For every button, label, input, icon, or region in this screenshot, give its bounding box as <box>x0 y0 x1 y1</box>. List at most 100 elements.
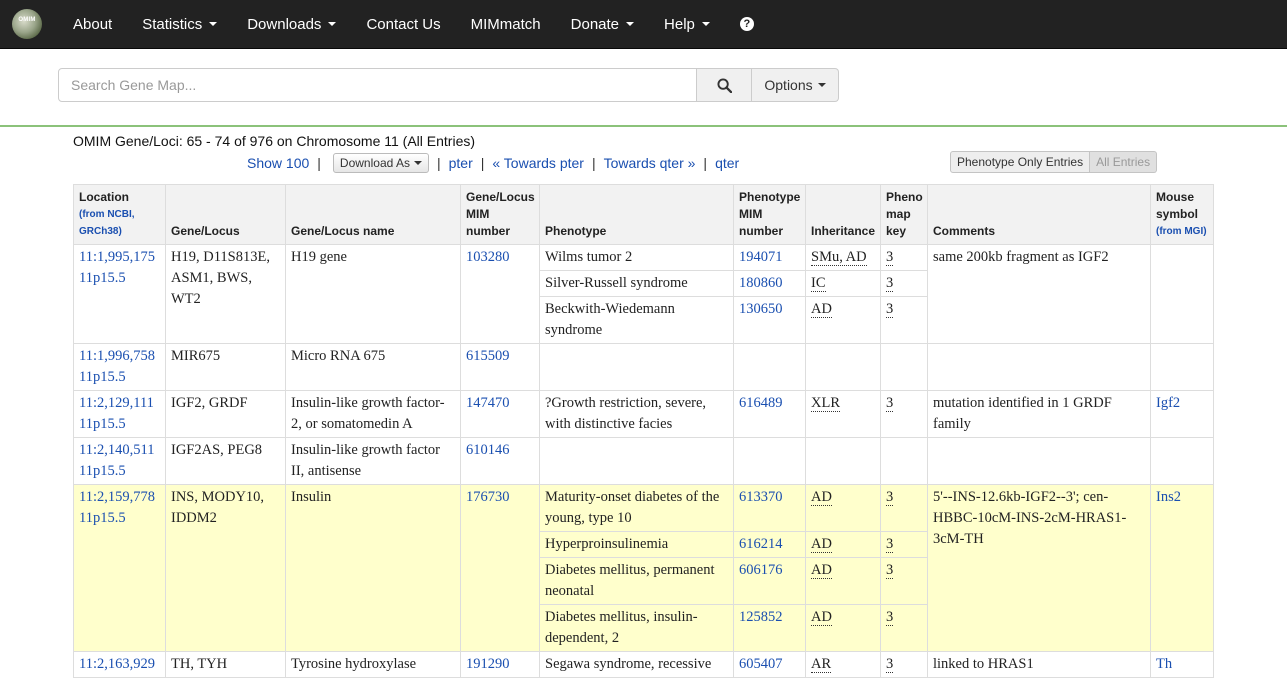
nav-about[interactable]: About <box>58 0 127 49</box>
omim-logo[interactable]: OMIM <box>12 9 42 39</box>
column-header-phenotype[interactable]: Phenotype <box>539 184 734 245</box>
location-link[interactable]: 11:2,140,511 <box>79 442 154 458</box>
options-dropdown-button[interactable]: Options <box>752 68 839 102</box>
towards-pter-link[interactable]: « Towards pter <box>492 155 584 171</box>
towards-qter-link[interactable]: Towards qter » <box>604 155 696 171</box>
cytoband-link[interactable]: 11p15.5 <box>79 369 126 385</box>
location-cell: 11:2,159,778 11p15.5 <box>73 484 166 652</box>
phenotype-mim-cell <box>733 437 806 485</box>
separator: | <box>317 155 321 171</box>
table-header-row: Location (from NCBI, GRCh38) Gene/Locus G… <box>73 184 1214 245</box>
location-link[interactable]: 11:2,129,111 <box>79 395 154 411</box>
column-header-location[interactable]: Location (from NCBI, GRCh38) <box>73 184 166 245</box>
qter-link[interactable]: qter <box>715 155 739 171</box>
phenotype-mim-cell[interactable]: 125852 <box>733 604 806 652</box>
column-header-mim-number[interactable]: Gene/Locus MIM number <box>460 184 540 245</box>
help-button[interactable]: ? <box>725 0 769 49</box>
cytoband-link[interactable]: 11p15.5 <box>79 510 126 526</box>
mim-number-cell[interactable]: 610146 <box>460 437 540 485</box>
nav-mimmatch[interactable]: MIMmatch <box>456 0 556 49</box>
gene-name-cell: H19 gene <box>285 244 461 344</box>
nav-donate[interactable]: Donate <box>556 0 649 49</box>
pheno-key-cell-text: 3 <box>886 656 894 673</box>
chevron-down-icon <box>626 22 635 26</box>
mouse-symbol-cell[interactable]: Igf2 <box>1150 390 1214 438</box>
column-header-gene-locus[interactable]: Gene/Locus <box>165 184 286 245</box>
mouse-symbol-cell[interactable]: Ins2 <box>1150 484 1214 652</box>
phenotype-mim-cell[interactable]: 605407 <box>733 651 806 678</box>
nav-contact-us[interactable]: Contact Us <box>351 0 455 49</box>
phenotype-mim-cell-text[interactable]: 130650 <box>739 301 783 317</box>
mouse-symbol-cell-text[interactable]: Th <box>1156 656 1172 672</box>
comments-cell: same 200kb fragment as IGF2 <box>927 244 1151 344</box>
cytoband-link[interactable]: 11p15.5 <box>79 463 126 479</box>
table-row: 11:1,995,175 11p15.5 H19, D11S813E, ASM1, … <box>73 244 1214 344</box>
phenotype-mim-cell-text[interactable]: 194071 <box>739 249 783 265</box>
results-navigation: Show 100 | Download As | pter | « Toward… <box>247 153 739 173</box>
mim-number-cell-text[interactable]: 615509 <box>466 348 510 364</box>
mim-number-cell[interactable]: 615509 <box>460 343 540 391</box>
phenotype-mim-cell-text[interactable]: 605407 <box>739 656 783 672</box>
nav-downloads[interactable]: Downloads <box>232 0 351 49</box>
column-header-gene-name[interactable]: Gene/Locus name <box>285 184 461 245</box>
pheno-key-cell-text: 3 <box>886 301 894 318</box>
column-header-phenotype-mim[interactable]: Phenotype MIM number <box>733 184 806 245</box>
phenotype-mim-cell[interactable]: 180860 <box>733 270 806 297</box>
search-input[interactable] <box>58 68 697 102</box>
pter-link[interactable]: pter <box>449 155 473 171</box>
nav-statistics[interactable]: Statistics <box>127 0 232 49</box>
phenotype-mim-cell[interactable]: 616214 <box>733 531 806 558</box>
inheritance-cell-text: AD <box>811 489 832 506</box>
phenotype-mim-cell-text[interactable]: 616489 <box>739 395 783 411</box>
show-100-link[interactable]: Show 100 <box>247 155 309 171</box>
mim-number-cell[interactable]: 147470 <box>460 390 540 438</box>
phenotype-mim-cell[interactable]: 130650 <box>733 296 806 344</box>
location-link[interactable]: 11:2,163,929 <box>79 656 155 672</box>
table-row: 11:2,163,929 TH, TYH Tyrosine hydroxylase 1… <box>73 651 1214 678</box>
mim-number-cell-text[interactable]: 191290 <box>466 656 510 672</box>
phenotype-mim-cell[interactable]: 194071 <box>733 244 806 271</box>
column-header-comments[interactable]: Comments <box>927 184 1151 245</box>
search-bar-area: Options <box>0 49 1287 127</box>
table-body: 11:1,995,175 11p15.5 H19, D11S813E, ASM1, … <box>73 244 1214 678</box>
mim-number-cell-text[interactable]: 103280 <box>466 249 510 265</box>
phenotype-mim-cell-text[interactable]: 606176 <box>739 562 783 578</box>
mim-number-cell[interactable]: 191290 <box>460 651 540 678</box>
mouse-symbol-cell[interactable]: Th <box>1150 651 1214 678</box>
search-button[interactable] <box>697 68 752 102</box>
column-header-inheritance[interactable]: Inheritance <box>805 184 881 245</box>
phenotype-mim-cell[interactable]: 613370 <box>733 484 806 532</box>
mim-number-cell-text[interactable]: 176730 <box>466 489 510 505</box>
phenotype-mim-cell-text[interactable]: 616214 <box>739 536 783 552</box>
table-row: 11:2,159,778 11p15.5 INS, MODY10, IDDM2 Ins… <box>73 484 1214 652</box>
phenotype-mim-cell[interactable]: 616489 <box>733 390 806 438</box>
location-cell: 11:2,129,111 11p15.5 <box>73 390 166 438</box>
column-header-mouse-symbol[interactable]: Mouse symbol (from MGI) <box>1150 184 1214 245</box>
cytoband-link[interactable]: 11p15.5 <box>79 270 126 286</box>
inheritance-cell <box>805 343 881 391</box>
cytoband-link[interactable]: 11p15.5 <box>79 416 126 432</box>
phenotype-mim-cell <box>733 343 806 391</box>
location-link[interactable]: 11:2,159,778 <box>79 489 155 505</box>
mouse-symbol-cell <box>1150 343 1214 391</box>
mim-number-cell-text[interactable]: 610146 <box>466 442 510 458</box>
mim-number-cell[interactable]: 176730 <box>460 484 540 652</box>
gene-locus-cell: MIR675 <box>165 343 286 391</box>
column-header-pheno-key[interactable]: Pheno map key <box>880 184 928 245</box>
mim-number-cell-text[interactable]: 147470 <box>466 395 510 411</box>
phenotype-only-entries-button[interactable]: Phenotype Only Entries <box>950 151 1091 173</box>
all-entries-button[interactable]: All Entries <box>1090 151 1158 173</box>
logo-text: OMIM <box>18 17 36 23</box>
nav-help[interactable]: Help <box>649 0 725 49</box>
download-as-button[interactable]: Download As <box>332 153 429 173</box>
location-link[interactable]: 11:1,996,758 <box>79 348 155 364</box>
mim-number-cell[interactable]: 103280 <box>460 244 540 344</box>
comments-cell: 5'--INS-12.6kb-IGF2--3'; cen-HBBC-10cM-I… <box>927 484 1151 652</box>
phenotype-mim-cell-text[interactable]: 180860 <box>739 275 783 291</box>
location-link[interactable]: 11:1,995,175 <box>79 249 155 265</box>
mouse-symbol-cell-text[interactable]: Igf2 <box>1156 395 1180 411</box>
phenotype-mim-cell-text[interactable]: 613370 <box>739 489 783 505</box>
phenotype-mim-cell[interactable]: 606176 <box>733 557 806 605</box>
mouse-symbol-cell-text[interactable]: Ins2 <box>1156 489 1181 505</box>
phenotype-mim-cell-text[interactable]: 125852 <box>739 609 783 625</box>
